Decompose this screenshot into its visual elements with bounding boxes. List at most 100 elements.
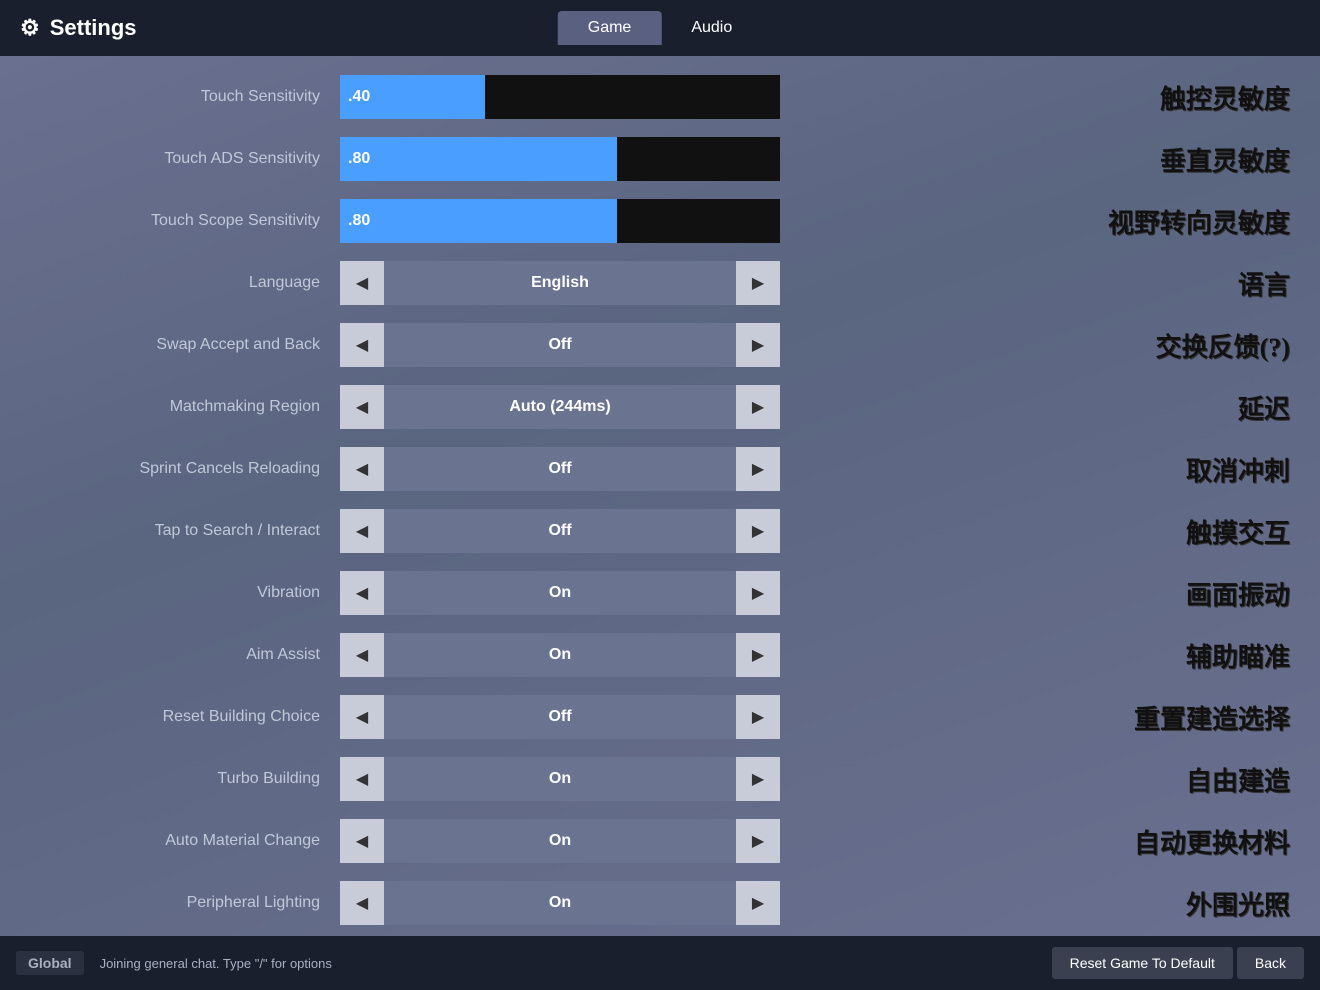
chinese-sel-annotation-6: 辅助瞄准 (1186, 637, 1290, 674)
arrow-right-2[interactable]: ▶ (736, 385, 780, 429)
footer-chat-text: Joining general chat. Type "/" for optio… (100, 956, 1036, 971)
header: ⚙ Settings Game Audio (0, 0, 1320, 56)
selector-container-6: ◀ On ▶ (340, 633, 780, 677)
selector-row-9: Auto Material Change ◀ On ▶ 自动更换材料 (0, 810, 1320, 872)
setting-label-1: Touch ADS Sensitivity (0, 150, 340, 168)
chinese-sel-annotation-9: 自动更换材料 (1134, 823, 1290, 860)
chinese-sel-annotation-1: 交换反馈(?) (1156, 327, 1290, 364)
selector-container-1: ◀ Off ▶ (340, 323, 780, 367)
selector-row-2: Matchmaking Region ◀ Auto (244ms) ▶ 延迟 (0, 376, 1320, 438)
chinese-sel-annotation-0: 语言 (1238, 265, 1290, 302)
selector-container-9: ◀ On ▶ (340, 819, 780, 863)
selector-label-3: Sprint Cancels Reloading (0, 460, 340, 478)
arrow-right-5[interactable]: ▶ (736, 571, 780, 615)
arrow-right-9[interactable]: ▶ (736, 819, 780, 863)
selector-label-2: Matchmaking Region (0, 398, 340, 416)
slider-value-1: .80 (348, 150, 370, 168)
selector-value-10: On (384, 881, 736, 925)
arrow-left-2[interactable]: ◀ (340, 385, 384, 429)
gear-icon: ⚙ (20, 15, 40, 41)
selector-label-8: Turbo Building (0, 770, 340, 788)
selector-value-5: On (384, 571, 736, 615)
selector-container-5: ◀ On ▶ (340, 571, 780, 615)
slider-container-2[interactable]: .80 (340, 199, 780, 243)
selector-row-1: Swap Accept and Back ◀ Off ▶ 交换反馈(?) (0, 314, 1320, 376)
arrow-right-10[interactable]: ▶ (736, 881, 780, 925)
slider-track-2[interactable]: .80 (340, 199, 780, 243)
selector-container-0: ◀ English ▶ (340, 261, 780, 305)
selector-row-0: Language ◀ English ▶ 语言 (0, 252, 1320, 314)
arrow-right-4[interactable]: ▶ (736, 509, 780, 553)
slider-track-0[interactable]: .40 (340, 75, 780, 119)
chinese-annotation-1: 垂直灵敏度 (1160, 141, 1290, 178)
selector-container-3: ◀ Off ▶ (340, 447, 780, 491)
slider-fill-1: .80 (340, 137, 617, 181)
selector-row-3: Sprint Cancels Reloading ◀ Off ▶ 取消冲刺 (0, 438, 1320, 500)
arrow-left-10[interactable]: ◀ (340, 881, 384, 925)
selector-value-0: English (384, 261, 736, 305)
chinese-sel-annotation-8: 自由建造 (1186, 761, 1290, 798)
arrow-right-3[interactable]: ▶ (736, 447, 780, 491)
selector-label-7: Reset Building Choice (0, 708, 340, 726)
selector-value-8: On (384, 757, 736, 801)
selector-value-9: On (384, 819, 736, 863)
arrow-right-0[interactable]: ▶ (736, 261, 780, 305)
chinese-annotation-2: 视野转向灵敏度 (1108, 203, 1290, 240)
selector-row-10: Peripheral Lighting ◀ On ▶ 外围光照 (0, 872, 1320, 934)
arrow-left-5[interactable]: ◀ (340, 571, 384, 615)
arrow-left-7[interactable]: ◀ (340, 695, 384, 739)
slider-track-1[interactable]: .80 (340, 137, 780, 181)
setting-label-0: Touch Sensitivity (0, 88, 340, 106)
arrow-left-1[interactable]: ◀ (340, 323, 384, 367)
arrow-right-7[interactable]: ▶ (736, 695, 780, 739)
arrow-left-3[interactable]: ◀ (340, 447, 384, 491)
selector-label-4: Tap to Search / Interact (0, 522, 340, 540)
back-button[interactable]: Back (1237, 947, 1304, 979)
arrow-right-6[interactable]: ▶ (736, 633, 780, 677)
chinese-sel-annotation-5: 画面振动 (1186, 575, 1290, 612)
selector-value-4: Off (384, 509, 736, 553)
selector-label-5: Vibration (0, 584, 340, 602)
arrow-left-6[interactable]: ◀ (340, 633, 384, 677)
arrow-right-8[interactable]: ▶ (736, 757, 780, 801)
arrow-left-8[interactable]: ◀ (340, 757, 384, 801)
selector-value-3: Off (384, 447, 736, 491)
slider-container-0[interactable]: .40 (340, 75, 780, 119)
chinese-sel-annotation-7: 重置建造选择 (1134, 699, 1290, 736)
selector-container-7: ◀ Off ▶ (340, 695, 780, 739)
selector-value-1: Off (384, 323, 736, 367)
arrow-left-0[interactable]: ◀ (340, 261, 384, 305)
reset-default-button[interactable]: Reset Game To Default (1052, 947, 1233, 979)
selector-container-10: ◀ On ▶ (340, 881, 780, 925)
chinese-annotation-0: 触控灵敏度 (1160, 79, 1290, 116)
chinese-sel-annotation-3: 取消冲刺 (1186, 451, 1290, 488)
selector-row-8: Turbo Building ◀ On ▶ 自由建造 (0, 748, 1320, 810)
chinese-sel-annotation-2: 延迟 (1238, 389, 1290, 426)
tab-audio[interactable]: Audio (661, 11, 762, 45)
selector-row-6: Aim Assist ◀ On ▶ 辅助瞄准 (0, 624, 1320, 686)
slider-fill-2: .80 (340, 199, 617, 243)
selector-value-2: Auto (244ms) (384, 385, 736, 429)
selector-label-6: Aim Assist (0, 646, 340, 664)
arrow-left-9[interactable]: ◀ (340, 819, 384, 863)
chinese-sel-annotation-4: 触摸交互 (1186, 513, 1290, 550)
footer: Global Joining general chat. Type "/" fo… (0, 936, 1320, 990)
slider-container-1[interactable]: .80 (340, 137, 780, 181)
selector-container-8: ◀ On ▶ (340, 757, 780, 801)
selector-value-7: Off (384, 695, 736, 739)
arrow-left-4[interactable]: ◀ (340, 509, 384, 553)
slider-row-2: Touch Scope Sensitivity .80 视野转向灵敏度 (0, 190, 1320, 252)
arrow-right-1[interactable]: ▶ (736, 323, 780, 367)
selector-label-1: Swap Accept and Back (0, 336, 340, 354)
selector-row-7: Reset Building Choice ◀ Off ▶ 重置建造选择 (0, 686, 1320, 748)
tab-game[interactable]: Game (558, 11, 662, 45)
app-title: ⚙ Settings (20, 15, 137, 41)
selector-row-4: Tap to Search / Interact ◀ Off ▶ 触摸交互 (0, 500, 1320, 562)
slider-fill-0: .40 (340, 75, 485, 119)
footer-buttons: Reset Game To Default Back (1052, 947, 1304, 979)
selector-label-10: Peripheral Lighting (0, 894, 340, 912)
selector-container-4: ◀ Off ▶ (340, 509, 780, 553)
selector-label-0: Language (0, 274, 340, 292)
chinese-sel-annotation-10: 外围光照 (1186, 885, 1290, 922)
selector-row-5: Vibration ◀ On ▶ 画面振动 (0, 562, 1320, 624)
